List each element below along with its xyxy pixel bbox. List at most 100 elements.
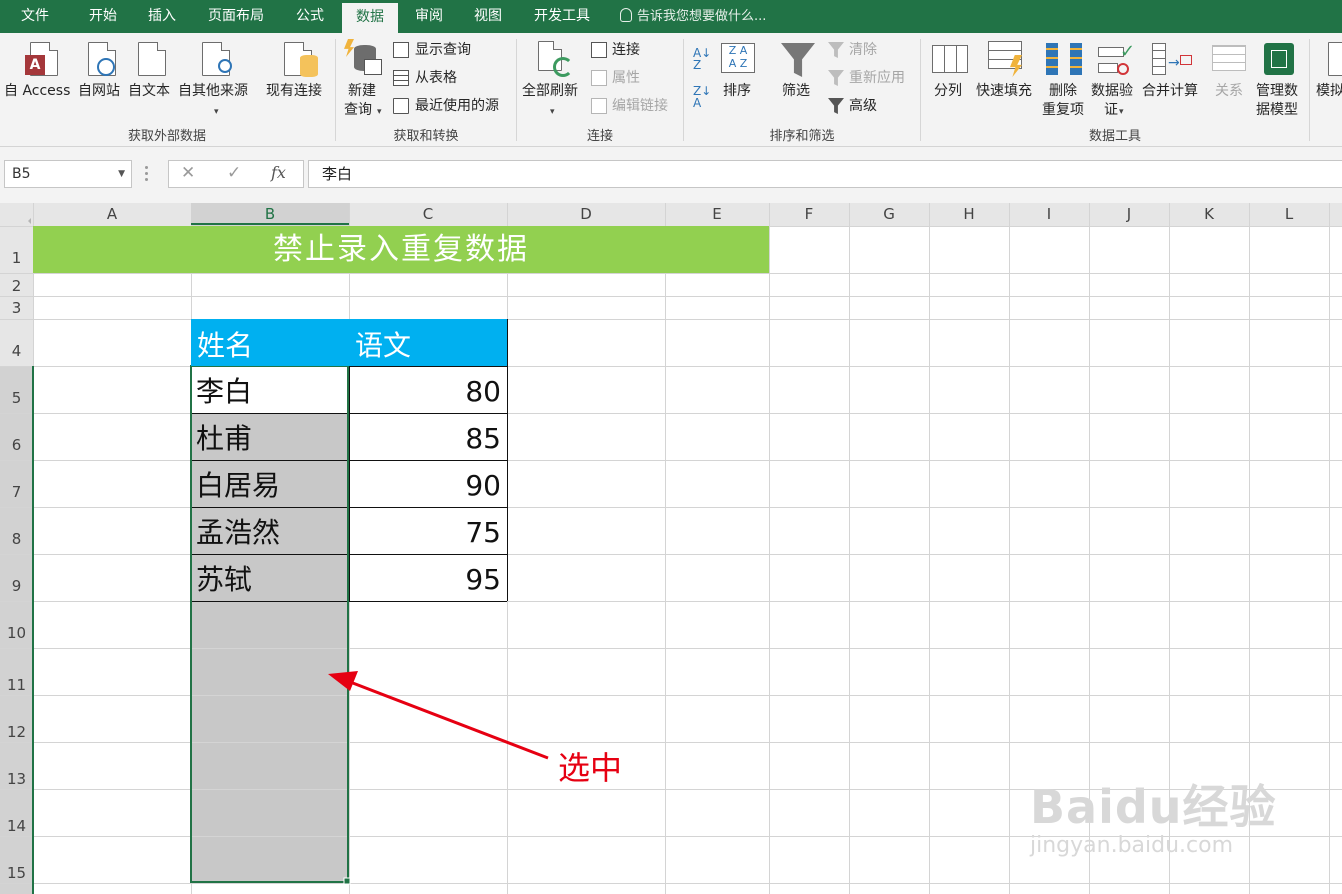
- row-header-13[interactable]: 13: [0, 770, 33, 788]
- chevron-down-icon: ▾: [1119, 107, 1124, 117]
- column-header-e[interactable]: E: [665, 203, 769, 225]
- query-table-icon: [364, 59, 382, 75]
- lightbulb-icon: [620, 8, 632, 22]
- group-label-transform: 获取和转换: [393, 129, 459, 144]
- tab-page-layout[interactable]: 页面布局: [198, 0, 274, 33]
- row-header-1[interactable]: 1: [0, 249, 33, 267]
- name-box[interactable]: B5 ▼: [4, 160, 132, 188]
- row-header-2[interactable]: 2: [0, 277, 33, 295]
- column-header-b[interactable]: B: [191, 203, 349, 225]
- name-box-value: B5: [12, 166, 31, 182]
- prohibit-icon: [1117, 63, 1129, 75]
- worksheet-grid[interactable]: A B C D E F G H I J K L 1 2 3 4 5 6 7 8 …: [0, 203, 1342, 894]
- tab-review[interactable]: 审阅: [402, 0, 456, 33]
- score-cell[interactable]: 75: [349, 507, 507, 554]
- header-cell-name[interactable]: 姓名: [191, 319, 349, 366]
- score-cell[interactable]: 80: [349, 366, 507, 413]
- tab-data[interactable]: 数据: [342, 3, 398, 33]
- column-header-f[interactable]: F: [769, 203, 849, 225]
- score-cell[interactable]: 95: [349, 554, 507, 601]
- group-label-connections: 连接: [586, 129, 613, 144]
- tab-developer[interactable]: 开发工具: [524, 0, 600, 33]
- group-divider: [1309, 39, 1310, 141]
- name-cell[interactable]: 白居易: [191, 460, 349, 507]
- row-header-8[interactable]: 8: [0, 530, 33, 548]
- properties-icon: [591, 70, 607, 86]
- ribbon-tab-bar: 文件 开始 插入 页面布局 公式 数据 审阅 视图 开发工具 告诉我您想要做什么…: [0, 0, 1342, 33]
- tab-view[interactable]: 视图: [461, 0, 515, 33]
- column-header-l[interactable]: L: [1249, 203, 1329, 225]
- column-header-h[interactable]: H: [929, 203, 1009, 225]
- header-cell-score[interactable]: 语文: [349, 319, 507, 366]
- row-header-7[interactable]: 7: [0, 483, 33, 501]
- group-label-external: 获取外部数据: [127, 129, 206, 144]
- data-model-label-2: 据模型: [1256, 102, 1298, 118]
- lightning-icon: [344, 39, 354, 57]
- tab-home[interactable]: 开始: [76, 0, 130, 33]
- chevron-down-icon[interactable]: ▼: [118, 161, 125, 187]
- arrow-shaft: [344, 678, 549, 760]
- remove-duplicates-icon-2: [1070, 43, 1082, 75]
- row-header-6[interactable]: 6: [0, 436, 33, 454]
- score-cell[interactable]: 90: [349, 460, 507, 507]
- from-other-label: 自其他来源: [178, 83, 248, 99]
- name-cell[interactable]: 李白: [191, 366, 349, 413]
- validation-box-icon-2: [1098, 63, 1118, 73]
- column-header-i[interactable]: I: [1009, 203, 1089, 225]
- from-table-label: 从表格: [415, 70, 457, 86]
- row-header-4[interactable]: 4: [0, 342, 33, 360]
- properties-label: 属性: [612, 70, 640, 86]
- formula-buttons: ✕ ✓ fx: [168, 160, 304, 188]
- annotation-label: 选中: [558, 749, 623, 787]
- row-header-5[interactable]: 5: [0, 389, 33, 407]
- data-model-inner-icon: [1271, 50, 1287, 68]
- connections-label: 连接: [612, 42, 640, 58]
- what-if-label: 模拟: [1316, 83, 1342, 99]
- sort-label: 排序: [723, 83, 751, 99]
- score-cell[interactable]: 85: [349, 413, 507, 460]
- row-header-9[interactable]: 9: [0, 577, 33, 595]
- chevron-down-icon: ▾: [550, 107, 555, 117]
- new-query-label-2: 查询: [344, 102, 372, 118]
- name-cell[interactable]: 苏轼: [191, 554, 349, 601]
- group-label-sort-filter: 排序和筛选: [769, 129, 835, 144]
- row-header-14[interactable]: 14: [0, 817, 33, 835]
- remove-duplicates-icon: [1046, 43, 1058, 75]
- checkmark-icon: ✓: [1120, 41, 1136, 62]
- tab-insert[interactable]: 插入: [135, 0, 189, 33]
- funnel-icon: [781, 43, 815, 77]
- column-header-k[interactable]: K: [1169, 203, 1249, 225]
- row-header-3[interactable]: 3: [0, 299, 33, 317]
- sort-za-icon: Z↓ A: [693, 84, 712, 110]
- row-header-11[interactable]: 11: [0, 676, 33, 694]
- insert-function-icon[interactable]: fx: [271, 163, 286, 182]
- column-header-c[interactable]: C: [349, 203, 507, 225]
- remove-duplicates-label-1: 删除: [1049, 83, 1077, 99]
- tell-me-search[interactable]: 告诉我您想要做什么...: [620, 0, 766, 33]
- watermark-logo: Baidu经验: [1030, 780, 1277, 834]
- column-header-j[interactable]: J: [1089, 203, 1169, 225]
- name-cell[interactable]: 孟浩然: [191, 507, 349, 554]
- row-header-15[interactable]: 15: [0, 864, 33, 882]
- tab-formulas[interactable]: 公式: [283, 0, 337, 33]
- title-cell[interactable]: 禁止录入重复数据: [33, 226, 769, 273]
- reapply-label: 重新应用: [849, 70, 905, 86]
- column-header-g[interactable]: G: [849, 203, 929, 225]
- show-queries-label: 显示查询: [415, 42, 471, 58]
- from-access-label: 自 Access: [4, 83, 71, 99]
- formula-input[interactable]: 李白: [308, 160, 1342, 188]
- row-header-12[interactable]: 12: [0, 723, 33, 741]
- data-model-label-1: 管理数: [1256, 83, 1298, 99]
- name-cell[interactable]: 杜甫: [191, 413, 349, 460]
- formula-bar-grip-icon[interactable]: [145, 166, 149, 182]
- column-header-d[interactable]: D: [507, 203, 665, 225]
- show-queries-icon: [393, 42, 409, 58]
- filter-label: 筛选: [782, 83, 810, 99]
- remove-duplicates-label-2: 重复项: [1042, 102, 1084, 118]
- enter-checkmark-icon[interactable]: ✓: [227, 163, 241, 183]
- column-header-a[interactable]: A: [33, 203, 191, 225]
- advanced-filter-icon: [828, 98, 844, 114]
- row-header-10[interactable]: 10: [0, 624, 33, 642]
- cancel-icon[interactable]: ✕: [181, 163, 195, 183]
- tab-file[interactable]: 文件: [8, 0, 62, 33]
